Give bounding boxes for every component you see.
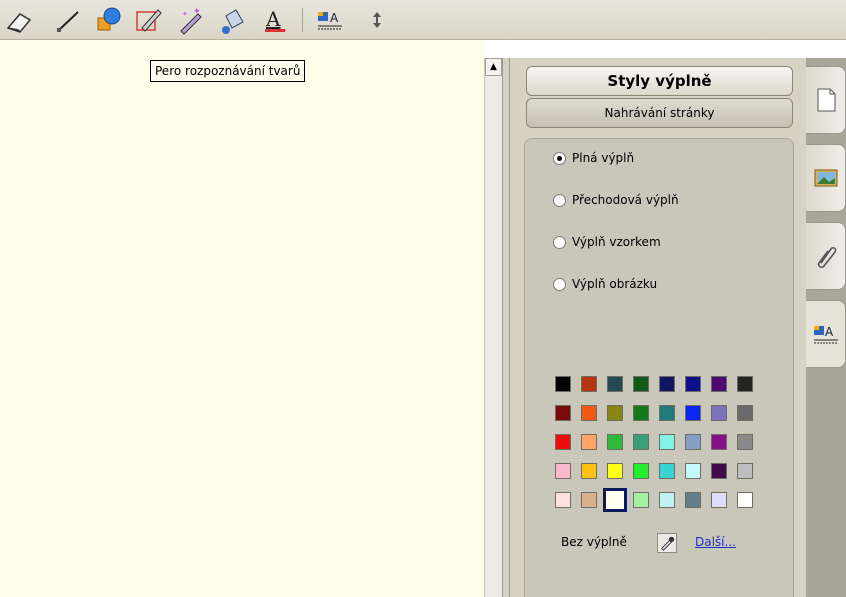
radio-button[interactable] (553, 277, 566, 291)
color-swatch[interactable] (737, 492, 753, 508)
more-arrows-icon[interactable] (362, 4, 392, 36)
color-swatch[interactable] (555, 405, 571, 421)
color-swatch[interactable] (607, 434, 623, 450)
color-swatch[interactable] (603, 488, 627, 512)
radio-image-fill[interactable]: Výplň obrázku (553, 275, 657, 293)
color-swatch[interactable] (685, 463, 701, 479)
magic-pen-icon[interactable]: ✦ ✦ (176, 4, 206, 36)
fill-styles-panel: Styly výplně Nahrávání stránky Plná výpl… (510, 58, 806, 597)
vertical-scrollbar[interactable]: ▲ (484, 58, 502, 597)
scroll-up-arrow-icon[interactable]: ▲ (485, 58, 502, 76)
fill-bucket-icon[interactable] (218, 4, 248, 36)
radio-button[interactable] (553, 193, 566, 207)
fill-options-box: Plná výplň Přechodová výplň Výplň vzorke… (524, 138, 794, 597)
color-swatch[interactable] (659, 492, 675, 508)
toolbar-separator (302, 8, 303, 32)
color-swatch[interactable] (685, 434, 701, 450)
color-swatch[interactable] (633, 376, 649, 392)
color-swatch[interactable] (711, 463, 727, 479)
side-tabs: A (806, 58, 846, 597)
line-icon[interactable] (54, 4, 84, 36)
fill-styles-icon: A (813, 325, 838, 344)
panel-splitter[interactable] (502, 58, 510, 597)
tab-page-sorter[interactable] (806, 66, 846, 134)
gallery-image-icon (814, 169, 837, 187)
radio-solid-fill[interactable]: Plná výplň (553, 149, 634, 167)
main-toolbar: ✦ ✦ A A (0, 0, 846, 40)
radio-label: Plná výplň (572, 151, 635, 165)
color-swatch[interactable] (607, 405, 623, 421)
canvas-top-area (0, 40, 484, 58)
color-swatch[interactable] (581, 463, 597, 479)
paperclip-icon (817, 246, 836, 269)
color-swatch[interactable] (633, 463, 649, 479)
no-fill-label[interactable]: Bez výplně (561, 535, 627, 549)
color-swatch[interactable] (659, 405, 675, 421)
tab-gallery[interactable] (806, 144, 846, 212)
radio-label: Výplň obrázku (572, 277, 658, 291)
radio-button[interactable] (553, 235, 566, 249)
svg-text:A: A (330, 11, 339, 25)
color-swatch[interactable] (685, 405, 701, 421)
tab-attachments[interactable] (806, 222, 846, 290)
color-swatch[interactable] (737, 434, 753, 450)
radio-label: Výplň vzorkem (572, 235, 661, 249)
svg-text:A: A (265, 7, 281, 31)
color-swatch[interactable] (659, 434, 675, 450)
color-swatch[interactable] (555, 463, 571, 479)
color-swatch[interactable] (581, 405, 597, 421)
color-swatch[interactable] (607, 463, 623, 479)
svg-text:✦: ✦ (182, 10, 188, 18)
svg-text:A: A (825, 325, 834, 339)
color-swatch[interactable] (685, 376, 701, 392)
tab-properties[interactable]: A (806, 300, 846, 368)
tooltip: Pero rozpoznávání tvarů (150, 60, 306, 82)
color-swatch[interactable] (711, 434, 727, 450)
color-swatch[interactable] (581, 434, 597, 450)
color-swatch[interactable] (633, 434, 649, 450)
color-swatch[interactable] (659, 463, 675, 479)
radio-gradient-fill[interactable]: Přechodová výplň (553, 191, 679, 209)
eyedropper-icon[interactable] (657, 533, 677, 553)
radio-button[interactable] (553, 151, 566, 165)
page-upload-button[interactable]: Nahrávání stránky (526, 98, 793, 128)
more-colors-link[interactable]: Další... (695, 535, 736, 549)
color-swatch[interactable] (607, 376, 623, 392)
fill-styles-icon[interactable]: A (316, 4, 346, 36)
color-swatch[interactable] (711, 492, 727, 508)
page-icon (817, 88, 835, 112)
color-swatch[interactable] (633, 492, 649, 508)
svg-text:✦: ✦ (193, 7, 201, 17)
color-swatch[interactable] (555, 492, 571, 508)
color-swatch[interactable] (711, 376, 727, 392)
shape-recognition-pen-icon[interactable] (134, 4, 164, 36)
radio-pattern-fill[interactable]: Výplň vzorkem (553, 233, 661, 251)
shapes-icon[interactable] (94, 4, 124, 36)
text-color-icon[interactable]: A (260, 4, 290, 36)
color-swatch[interactable] (737, 405, 753, 421)
color-swatch[interactable] (685, 492, 701, 508)
color-swatch[interactable] (737, 463, 753, 479)
color-swatch[interactable] (581, 376, 597, 392)
color-swatch[interactable] (555, 434, 571, 450)
color-swatch[interactable] (555, 376, 571, 392)
color-swatch[interactable] (711, 405, 727, 421)
color-swatch[interactable] (633, 405, 649, 421)
color-swatch[interactable] (737, 376, 753, 392)
color-swatch[interactable] (581, 492, 597, 508)
eraser-icon[interactable] (4, 4, 34, 36)
panel-title-button[interactable]: Styly výplně (526, 66, 793, 96)
color-swatch[interactable] (659, 376, 675, 392)
radio-label: Přechodová výplň (572, 193, 679, 207)
drawing-canvas[interactable] (0, 58, 484, 597)
